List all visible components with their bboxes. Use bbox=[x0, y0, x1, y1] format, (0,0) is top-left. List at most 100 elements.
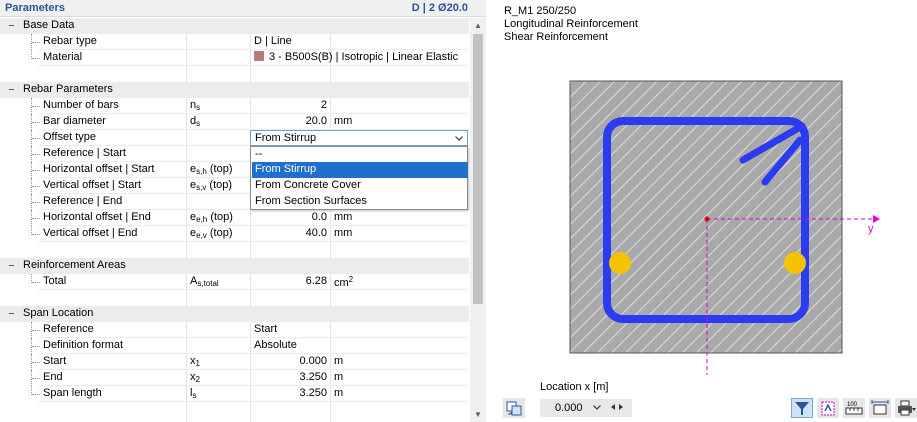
collapse-icon[interactable]: − bbox=[6, 261, 17, 272]
property-grid: − Base Data Rebar type D | Line Material… bbox=[0, 18, 469, 422]
dimension-button[interactable] bbox=[869, 398, 891, 418]
section-preview-panel: R_M1 250/250 Longitudinal Reinforcement … bbox=[497, 0, 917, 422]
span-length-label: Span length bbox=[43, 387, 102, 399]
rebar-type-value[interactable]: D | Line bbox=[254, 35, 466, 47]
svg-text:100: 100 bbox=[847, 402, 858, 408]
row-horizontal-offset-end[interactable]: Horizontal offset | End ee,h (top) 0.0 m… bbox=[0, 210, 469, 226]
cross-section-drawing: y bbox=[569, 80, 880, 375]
span-length-unit: m bbox=[334, 387, 344, 399]
definition-format-label: Definition format bbox=[43, 339, 124, 351]
span-start-symbol: x1 bbox=[190, 355, 200, 368]
section-reinforcement-areas[interactable]: − Reinforcement Areas bbox=[0, 258, 469, 274]
chevron-down-icon[interactable] bbox=[454, 132, 464, 144]
span-end-value[interactable]: 3.250 bbox=[254, 371, 327, 383]
row-span-start[interactable]: Start x1 0.000 m bbox=[0, 354, 469, 370]
scale-icon: 100 bbox=[845, 402, 863, 415]
vertical-offset-end-unit: mm bbox=[334, 227, 353, 239]
row-span-reference[interactable]: Reference Start bbox=[0, 322, 469, 338]
material-label: Material bbox=[43, 51, 83, 63]
span-reference-label: Reference bbox=[43, 323, 94, 335]
collapse-icon[interactable]: − bbox=[6, 21, 17, 32]
number-of-bars-label: Number of bars bbox=[43, 99, 119, 111]
sync-view-icon bbox=[506, 401, 522, 416]
row-span-end[interactable]: End x2 3.250 m bbox=[0, 370, 469, 386]
span-end-label: End bbox=[43, 371, 63, 383]
section-rebar-parameters[interactable]: − Rebar Parameters bbox=[0, 82, 469, 98]
definition-format-value[interactable]: Absolute bbox=[254, 339, 466, 351]
dropdown-option[interactable]: -- bbox=[252, 147, 468, 163]
row-definition-format[interactable]: Definition format Absolute bbox=[0, 338, 469, 354]
row-bar-diameter[interactable]: Bar diameter ds 20.0 mm bbox=[0, 114, 469, 130]
dropdown-option[interactable]: From Concrete Cover bbox=[252, 178, 468, 194]
vertical-offset-end-symbol: ee,v (top) bbox=[190, 227, 233, 240]
scale-button[interactable]: 100 bbox=[843, 398, 865, 418]
scroll-up-icon[interactable]: ▲ bbox=[470, 18, 486, 33]
centroid-point bbox=[704, 216, 710, 222]
row-total-area[interactable]: Total As,total 6.28 cm2 bbox=[0, 274, 469, 290]
rebar-bar bbox=[784, 252, 806, 274]
dropdown-option[interactable]: From Section Surfaces bbox=[252, 194, 468, 210]
reference-start-label: Reference | Start bbox=[43, 147, 126, 159]
collapse-icon[interactable]: − bbox=[6, 309, 17, 320]
print-button[interactable] bbox=[895, 398, 917, 418]
step-arrows-icon[interactable] bbox=[610, 402, 624, 414]
rebar-summary: D | 2 Ø20.0 bbox=[411, 2, 468, 14]
vertical-offset-start-symbol: es,v (top) bbox=[190, 179, 233, 192]
offset-type-combobox[interactable]: From Stirrup bbox=[250, 130, 468, 146]
section-values-button[interactable] bbox=[817, 398, 839, 418]
print-icon bbox=[898, 400, 916, 416]
span-reference-value[interactable]: Start bbox=[254, 323, 466, 335]
horizontal-offset-start-label: Horizontal offset | Start bbox=[43, 163, 155, 175]
horizontal-offset-end-unit: mm bbox=[334, 211, 353, 223]
scroll-thumb[interactable] bbox=[473, 34, 483, 304]
panel-title: Parameters bbox=[5, 2, 65, 14]
bar-diameter-symbol: ds bbox=[190, 115, 201, 128]
material-value[interactable]: 3 - B500S(B) | Isotropic | Linear Elasti… bbox=[254, 51, 466, 63]
horizontal-offset-end-symbol: ee,h (top) bbox=[190, 211, 233, 224]
material-color-swatch bbox=[254, 51, 264, 61]
total-area-unit: cm2 bbox=[334, 275, 354, 289]
panel-header: Parameters D | 2 Ø20.0 bbox=[0, 0, 486, 17]
material-text: 3 - B500S(B) | Isotropic | Linear Elasti… bbox=[269, 51, 459, 63]
bar-diameter-value[interactable]: 20.0 bbox=[254, 115, 327, 127]
section-title: Base Data bbox=[23, 19, 75, 31]
total-area-label: Total bbox=[43, 275, 67, 287]
filter-icon bbox=[795, 402, 809, 415]
collapse-icon[interactable]: − bbox=[6, 85, 17, 96]
number-of-bars-value[interactable]: 2 bbox=[254, 99, 327, 111]
row-vertical-offset-end[interactable]: Vertical offset | End ee,v (top) 40.0 mm bbox=[0, 226, 469, 242]
section-span-location[interactable]: − Span Location bbox=[0, 306, 469, 322]
span-end-symbol: x2 bbox=[190, 371, 200, 384]
horizontal-offset-end-value[interactable]: 0.0 bbox=[254, 211, 327, 223]
dropdown-option-selected[interactable]: From Stirrup bbox=[252, 162, 468, 178]
row-span-length[interactable]: Span length ls 3.250 m bbox=[0, 386, 469, 402]
span-start-unit: m bbox=[334, 355, 344, 367]
row-material[interactable]: Material 3 - B500S(B) | Isotropic | Line… bbox=[0, 50, 469, 66]
offset-type-dropdown-list: -- From Stirrup From Concrete Cover From… bbox=[250, 146, 468, 210]
horizontal-offset-start-symbol: es,h (top) bbox=[190, 163, 233, 176]
dimension-icon bbox=[871, 400, 889, 415]
horizontal-offset-end-label: Horizontal offset | End bbox=[43, 211, 151, 223]
vertical-offset-end-value[interactable]: 40.0 bbox=[254, 227, 327, 239]
vertical-offset-start-label: Vertical offset | Start bbox=[43, 179, 142, 191]
rebar-type-label: Rebar type bbox=[43, 35, 97, 47]
section-base-data[interactable]: − Base Data bbox=[0, 18, 469, 34]
sync-view-button[interactable] bbox=[503, 398, 525, 418]
number-of-bars-symbol: ns bbox=[190, 99, 201, 112]
location-spinner[interactable]: 0.000 bbox=[540, 399, 632, 417]
vertical-scrollbar[interactable]: ▲ ▼ bbox=[470, 18, 486, 422]
span-start-value[interactable]: 0.000 bbox=[254, 355, 327, 367]
scroll-down-icon[interactable]: ▼ bbox=[470, 407, 486, 422]
filter-button[interactable] bbox=[791, 398, 813, 418]
section-title: Rebar Parameters bbox=[23, 83, 113, 95]
y-axis-label: y bbox=[868, 223, 874, 235]
bar-diameter-unit: mm bbox=[334, 115, 353, 127]
row-rebar-type[interactable]: Rebar type D | Line bbox=[0, 34, 469, 50]
location-value[interactable]: 0.000 bbox=[555, 402, 583, 414]
total-area-value: 6.28 bbox=[305, 275, 327, 287]
offset-type-value: From Stirrup bbox=[255, 132, 317, 144]
row-number-of-bars[interactable]: Number of bars ns 2 bbox=[0, 98, 469, 114]
window: Parameters D | 2 Ø20.0 − Base Data Rebar… bbox=[0, 0, 917, 422]
span-length-value: 3.250 bbox=[299, 387, 327, 399]
chevron-down-icon[interactable] bbox=[592, 401, 602, 416]
